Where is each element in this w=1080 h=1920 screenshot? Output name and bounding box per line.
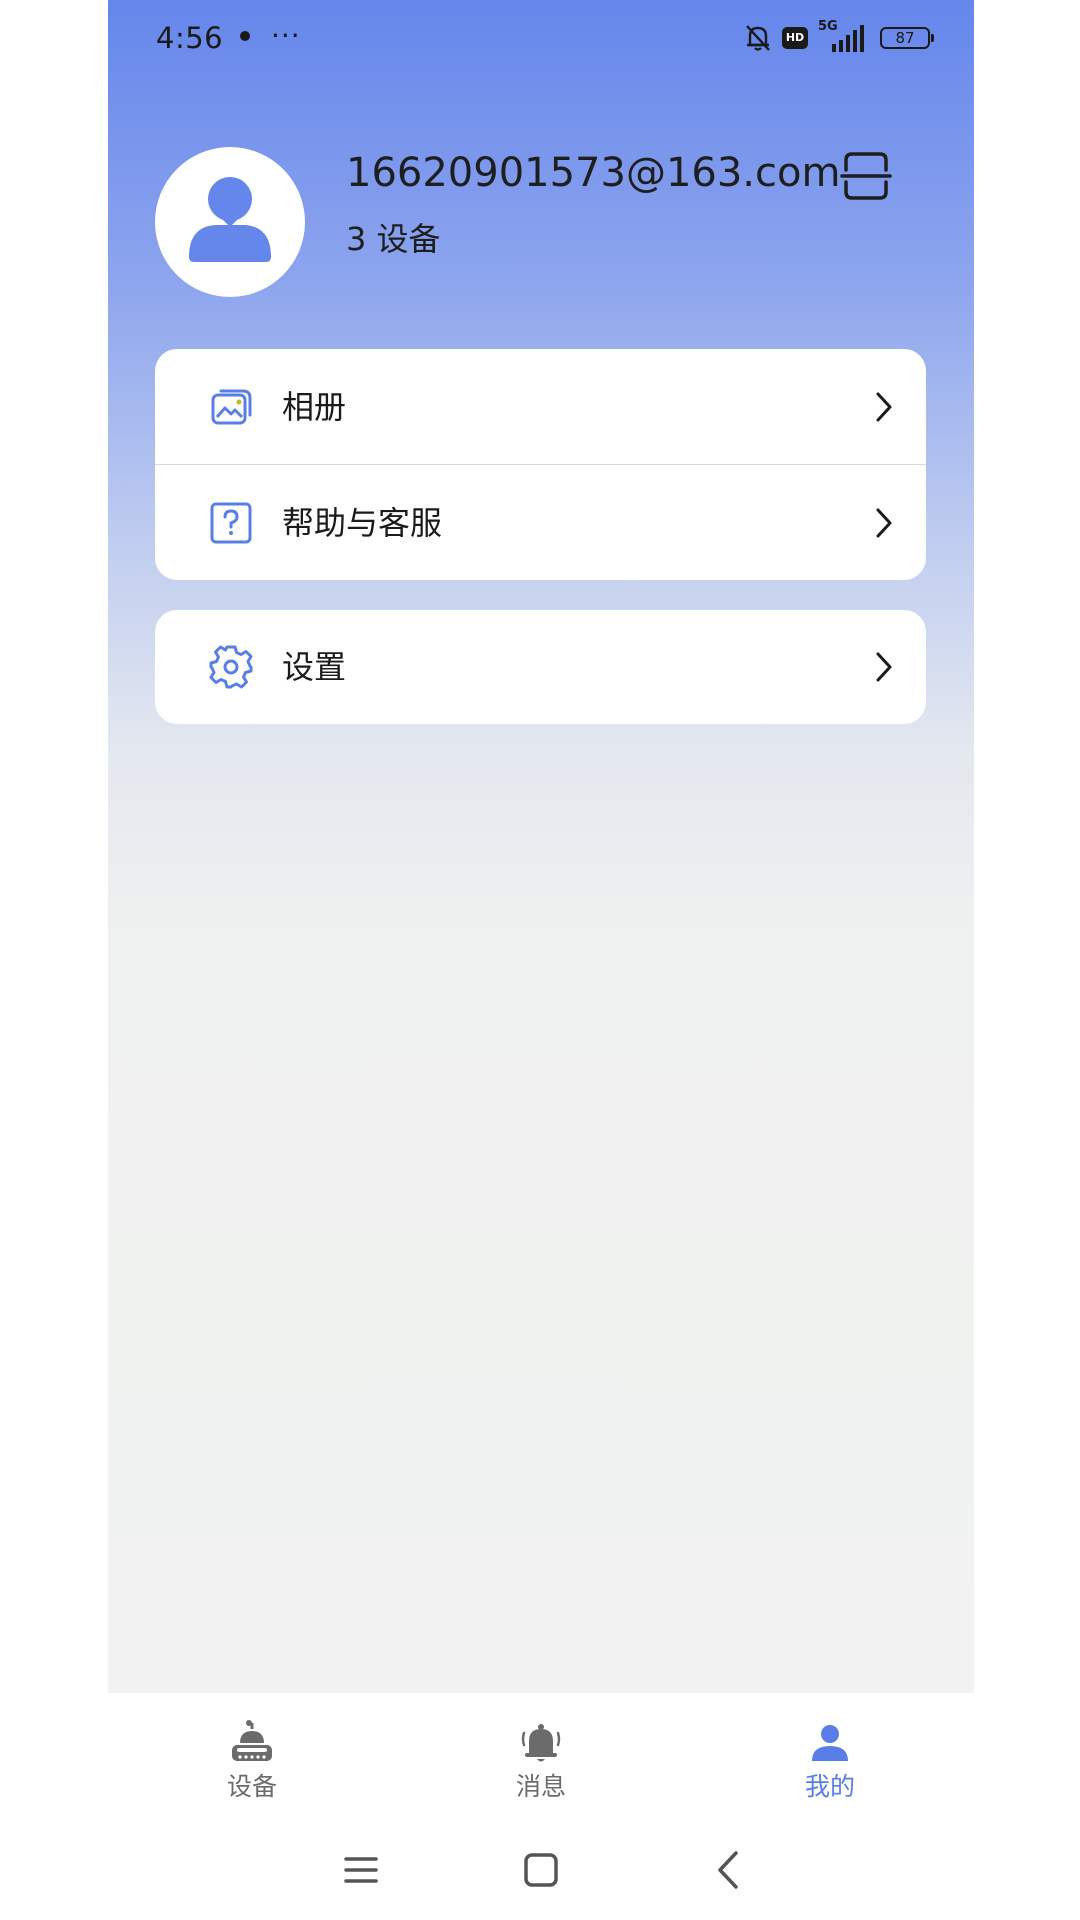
status-more-indicator: ···	[271, 19, 301, 52]
person-icon	[812, 1725, 848, 1761]
silent-bell-icon	[746, 25, 770, 51]
scan-button[interactable]	[838, 148, 894, 204]
user-email: 16620901573@163.com	[346, 150, 841, 196]
device-count: 3 设备	[346, 220, 441, 258]
tab-devices[interactable]: 设备	[152, 1693, 352, 1823]
chevron-right-icon	[876, 392, 892, 421]
menu-nav-button[interactable]	[336, 1845, 386, 1895]
menu-item-album[interactable]: 相册	[155, 349, 926, 464]
square-home-icon	[524, 1853, 558, 1887]
app-frame: 4:56 ··· HD 5G 87 16620901573@163.com 3 …	[108, 0, 974, 1920]
back-nav-button[interactable]	[704, 1845, 754, 1895]
bell-icon	[521, 1724, 561, 1762]
status-bar: 4:56 ··· HD 5G 87	[108, 0, 974, 76]
home-nav-button[interactable]	[516, 1845, 566, 1895]
menu-card-primary: 相册 帮助与客服	[155, 349, 926, 580]
photo-album-icon	[211, 389, 252, 424]
menu-item-help[interactable]: 帮助与客服	[155, 465, 926, 580]
hamburger-icon	[344, 1857, 378, 1883]
menu-item-settings[interactable]: 设置	[155, 610, 926, 724]
status-indicators: HD 5G 87	[744, 19, 934, 54]
help-icon	[210, 502, 252, 543]
tab-label: 设备	[226, 1772, 277, 1801]
status-time: 4:56	[156, 21, 224, 55]
chevron-right-icon	[876, 508, 892, 537]
tab-label: 消息	[515, 1772, 566, 1801]
tab-messages[interactable]: 消息	[441, 1693, 641, 1823]
menu-item-label: 帮助与客服	[282, 503, 443, 542]
gear-icon	[209, 645, 253, 689]
tab-label: 我的	[804, 1772, 855, 1801]
notification-dot-icon	[240, 31, 250, 41]
menu-item-label: 设置	[282, 648, 347, 686]
menu-item-label: 相册	[282, 387, 347, 426]
robot-icon	[232, 1720, 272, 1761]
system-nav-bar	[108, 1823, 974, 1920]
tab-me[interactable]: 我的	[730, 1693, 930, 1823]
chevron-left-icon	[718, 1851, 738, 1889]
person-icon	[189, 177, 271, 262]
battery-indicator: 87	[880, 27, 934, 49]
menu-card-settings: 设置	[155, 610, 926, 724]
hd-badge: HD	[782, 27, 808, 49]
chevron-right-icon	[876, 652, 892, 682]
signal-strength-icon: 5G	[818, 19, 870, 54]
scan-icon	[840, 152, 892, 200]
avatar[interactable]	[155, 147, 305, 297]
bottom-tab-bar: 设备 消息 我的	[108, 1693, 974, 1823]
